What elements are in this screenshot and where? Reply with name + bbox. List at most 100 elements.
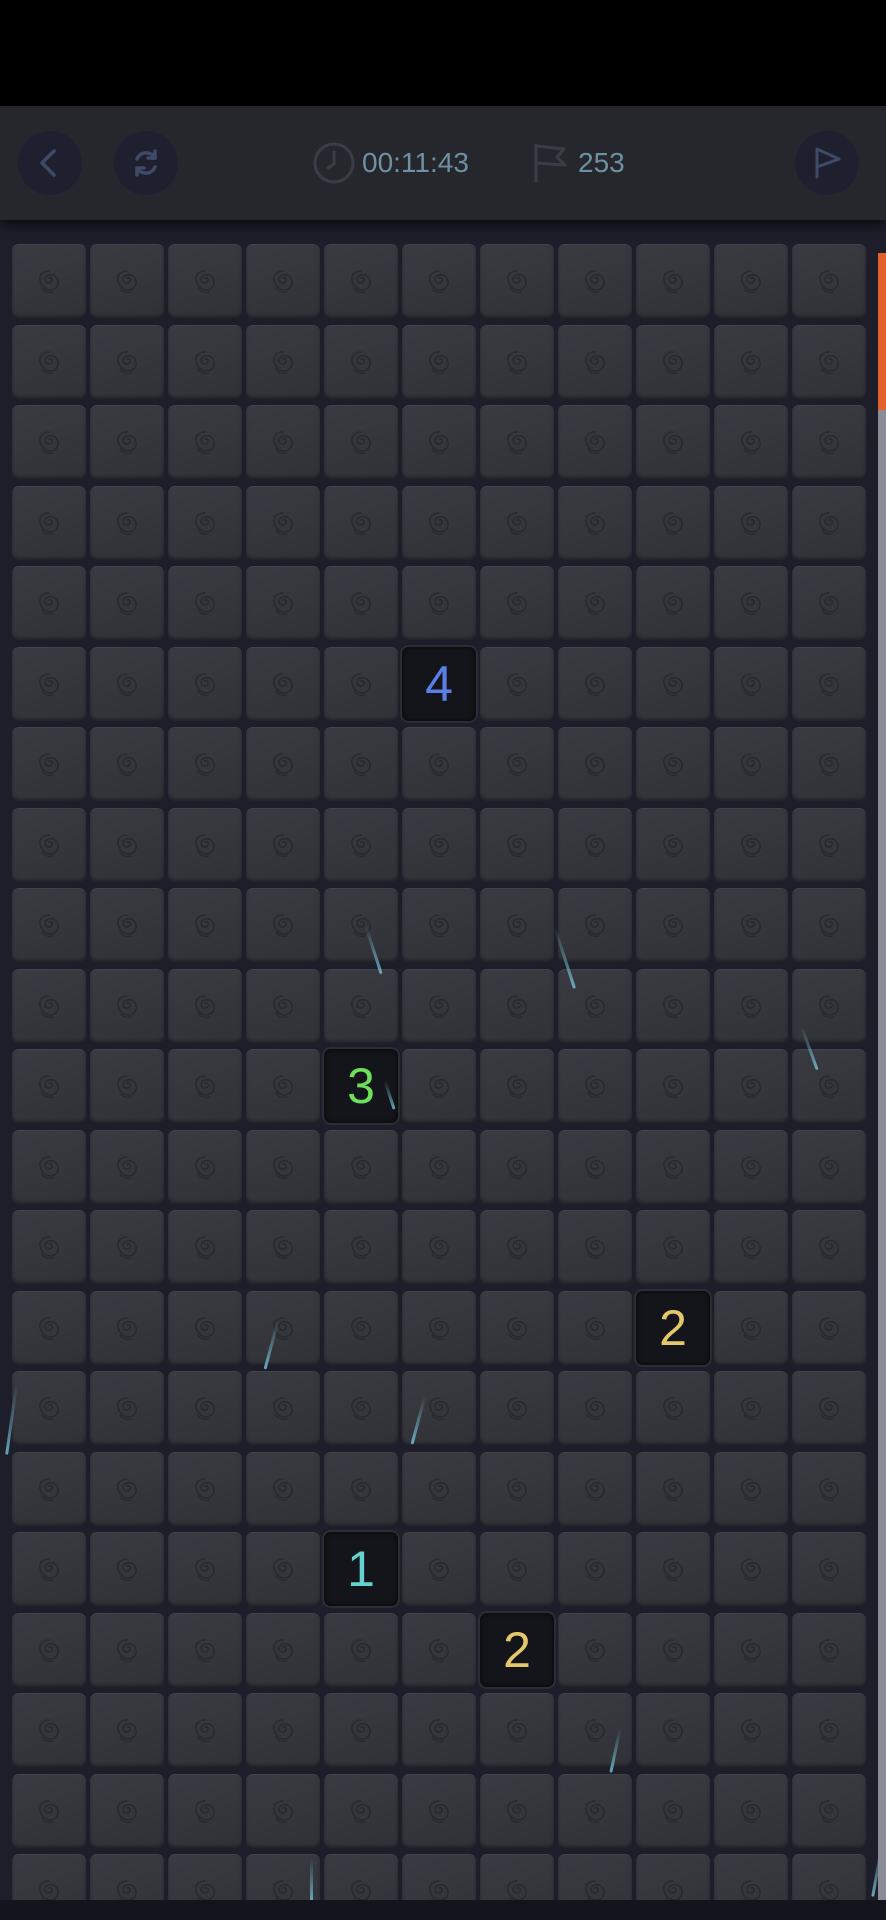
hidden-cell[interactable] [558, 1290, 632, 1365]
hidden-cell[interactable] [480, 405, 554, 479]
hidden-cell[interactable] [402, 1854, 476, 1900]
hidden-cell[interactable] [558, 727, 632, 801]
hidden-cell[interactable] [714, 968, 788, 1043]
hidden-cell[interactable] [558, 1371, 632, 1445]
hidden-cell[interactable] [246, 1451, 320, 1526]
hidden-cell[interactable] [480, 888, 554, 962]
hidden-cell[interactable] [636, 1049, 710, 1123]
hidden-cell[interactable] [480, 1049, 554, 1123]
hidden-cell[interactable] [558, 324, 632, 399]
hidden-cell[interactable] [714, 1210, 788, 1284]
hidden-cell[interactable] [636, 1129, 710, 1204]
hidden-cell[interactable] [12, 1854, 86, 1900]
hidden-cell[interactable] [792, 1532, 866, 1606]
back-button[interactable] [18, 131, 82, 195]
hidden-cell[interactable] [12, 1693, 86, 1767]
hidden-cell[interactable] [480, 968, 554, 1043]
hidden-cell[interactable] [168, 566, 242, 640]
hidden-cell[interactable] [90, 1210, 164, 1284]
hidden-cell[interactable] [12, 485, 86, 560]
hidden-cell[interactable] [636, 1371, 710, 1445]
hidden-cell[interactable] [480, 1451, 554, 1526]
hidden-cell[interactable] [168, 968, 242, 1043]
hidden-cell[interactable] [714, 405, 788, 479]
hidden-cell[interactable] [558, 968, 632, 1043]
hidden-cell[interactable] [402, 968, 476, 1043]
hidden-cell[interactable] [90, 646, 164, 721]
hidden-cell[interactable] [324, 1693, 398, 1767]
hidden-cell[interactable] [714, 1693, 788, 1767]
hidden-cell[interactable] [714, 1371, 788, 1445]
hidden-cell[interactable] [168, 727, 242, 801]
hidden-cell[interactable] [558, 1773, 632, 1848]
hidden-cell[interactable] [714, 727, 788, 801]
hidden-cell[interactable] [168, 1451, 242, 1526]
hidden-cell[interactable] [792, 485, 866, 560]
hidden-cell[interactable] [12, 807, 86, 882]
hidden-cell[interactable] [402, 1532, 476, 1606]
hidden-cell[interactable] [246, 646, 320, 721]
hidden-cell[interactable] [168, 807, 242, 882]
hidden-cell[interactable] [324, 244, 398, 318]
hidden-cell[interactable] [402, 405, 476, 479]
hidden-cell[interactable] [792, 405, 866, 479]
hidden-cell[interactable] [12, 1210, 86, 1284]
hidden-cell[interactable] [480, 1693, 554, 1767]
hidden-cell[interactable] [636, 1854, 710, 1900]
hidden-cell[interactable] [246, 1290, 320, 1365]
hidden-cell[interactable] [12, 888, 86, 962]
hidden-cell[interactable] [168, 324, 242, 399]
hidden-cell[interactable] [636, 1693, 710, 1767]
hidden-cell[interactable] [168, 1129, 242, 1204]
hidden-cell[interactable] [480, 485, 554, 560]
hidden-cell[interactable] [90, 727, 164, 801]
hidden-cell[interactable] [792, 324, 866, 399]
hidden-cell[interactable] [558, 1210, 632, 1284]
hidden-cell[interactable] [324, 405, 398, 479]
hidden-cell[interactable] [12, 566, 86, 640]
revealed-cell[interactable]: 2 [480, 1612, 554, 1687]
hidden-cell[interactable] [324, 566, 398, 640]
hidden-cell[interactable] [792, 1290, 866, 1365]
hidden-cell[interactable] [636, 646, 710, 721]
hidden-cell[interactable] [636, 888, 710, 962]
hidden-cell[interactable] [480, 727, 554, 801]
hidden-cell[interactable] [90, 1532, 164, 1606]
hidden-cell[interactable] [714, 888, 788, 962]
hidden-cell[interactable] [168, 1773, 242, 1848]
hidden-cell[interactable] [12, 1451, 86, 1526]
hidden-cell[interactable] [636, 405, 710, 479]
hidden-cell[interactable] [480, 1129, 554, 1204]
hidden-cell[interactable] [12, 1612, 86, 1687]
hidden-cell[interactable] [168, 405, 242, 479]
hidden-cell[interactable] [402, 1129, 476, 1204]
scrollbar-thumb[interactable] [878, 253, 886, 410]
hidden-cell[interactable] [480, 1532, 554, 1606]
hidden-cell[interactable] [402, 1290, 476, 1365]
hidden-cell[interactable] [402, 727, 476, 801]
hidden-cell[interactable] [636, 1612, 710, 1687]
hidden-cell[interactable] [402, 807, 476, 882]
hidden-cell[interactable] [402, 324, 476, 399]
hidden-cell[interactable] [714, 1129, 788, 1204]
hidden-cell[interactable] [558, 646, 632, 721]
hidden-cell[interactable] [168, 646, 242, 721]
hidden-cell[interactable] [480, 566, 554, 640]
hidden-cell[interactable] [246, 1210, 320, 1284]
hidden-cell[interactable] [324, 1290, 398, 1365]
hidden-cell[interactable] [402, 1693, 476, 1767]
hidden-cell[interactable] [480, 324, 554, 399]
hidden-cell[interactable] [402, 1773, 476, 1848]
hidden-cell[interactable] [168, 1612, 242, 1687]
hidden-cell[interactable] [246, 1532, 320, 1606]
hidden-cell[interactable] [90, 1451, 164, 1526]
hidden-cell[interactable] [12, 244, 86, 318]
hidden-cell[interactable] [168, 1049, 242, 1123]
hidden-cell[interactable] [714, 324, 788, 399]
hidden-cell[interactable] [12, 1532, 86, 1606]
hidden-cell[interactable] [558, 405, 632, 479]
hidden-cell[interactable] [402, 1612, 476, 1687]
hidden-cell[interactable] [714, 1451, 788, 1526]
hidden-cell[interactable] [168, 1532, 242, 1606]
hidden-cell[interactable] [90, 1290, 164, 1365]
